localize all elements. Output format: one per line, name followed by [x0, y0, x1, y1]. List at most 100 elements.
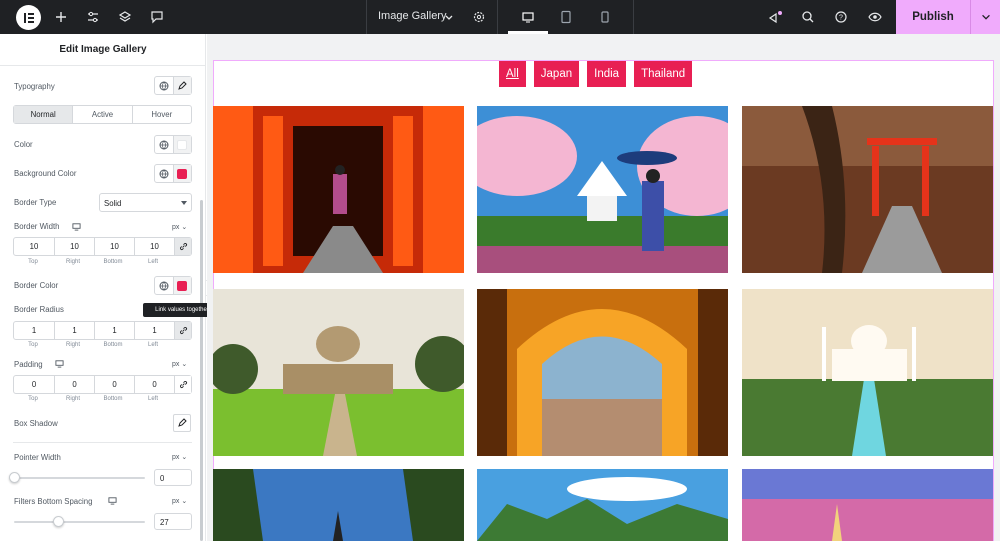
comment-icon[interactable]	[148, 8, 166, 26]
settings-gear-icon[interactable]	[470, 8, 488, 26]
dim-label-bottom: Bottom	[103, 396, 123, 402]
tab-hover[interactable]: Hover	[131, 106, 191, 123]
globe-icon[interactable]	[155, 136, 173, 153]
gallery-image[interactable]	[213, 106, 464, 273]
filter-thailand[interactable]: Thailand	[634, 61, 693, 87]
gallery-filters: All Japan India Thailand	[499, 61, 693, 87]
gallery-image[interactable]	[477, 469, 728, 541]
pointer-width-slider[interactable]	[14, 477, 145, 479]
border-radius-top[interactable]: 1	[14, 322, 54, 339]
filters-spacing-slider[interactable]	[14, 521, 145, 523]
caret-down-icon	[181, 201, 187, 205]
padding-right[interactable]: 0	[54, 376, 94, 393]
pointer-width-input[interactable]: 0	[154, 469, 192, 486]
border-color-control[interactable]	[154, 276, 192, 295]
dim-label-top: Top	[28, 396, 38, 402]
gallery-image[interactable]	[742, 469, 993, 541]
layers-icon[interactable]	[116, 8, 134, 26]
link-values-button[interactable]	[174, 376, 191, 393]
divider	[13, 442, 192, 443]
gallery-image[interactable]	[742, 289, 993, 456]
border-color-swatch[interactable]	[172, 277, 191, 294]
gallery-image[interactable]	[477, 289, 728, 456]
color-swatch[interactable]	[172, 136, 191, 153]
panel-scrollbar[interactable]	[200, 200, 203, 541]
border-radius-left[interactable]: 1	[134, 322, 174, 339]
dim-label-top: Top	[28, 259, 38, 265]
pointer-width-slider-handle[interactable]	[9, 472, 20, 483]
filters-spacing-input[interactable]: 27	[154, 513, 192, 530]
publish-options-button[interactable]	[970, 0, 1000, 34]
border-width-left[interactable]: 10	[134, 238, 174, 255]
globe-icon[interactable]	[155, 77, 173, 94]
box-shadow-edit-button[interactable]	[173, 414, 191, 432]
color-control[interactable]	[154, 135, 192, 154]
tablet-icon[interactable]	[557, 8, 575, 26]
border-type-value: Solid	[104, 199, 122, 208]
gallery-image[interactable]	[213, 289, 464, 456]
desktop-icon[interactable]	[108, 496, 117, 505]
padding-bottom[interactable]: 0	[94, 376, 134, 393]
background-color-control[interactable]	[154, 164, 192, 183]
color-label: Color	[14, 140, 33, 149]
border-width-unit[interactable]: px ⌄	[172, 223, 187, 231]
border-radius-bottom[interactable]: 1	[94, 322, 134, 339]
dimension-labels: Top Right Bottom Left	[13, 259, 173, 265]
filters-spacing-slider-handle[interactable]	[53, 516, 64, 527]
chevron-down-icon[interactable]	[440, 9, 458, 27]
pointer-width-label: Pointer Width	[14, 453, 61, 462]
padding-top[interactable]: 0	[14, 376, 54, 393]
gallery-image[interactable]	[213, 469, 464, 541]
pencil-icon	[178, 418, 187, 427]
border-width-bottom[interactable]: 10	[94, 238, 134, 255]
border-color-label: Border Color	[14, 281, 59, 290]
border-radius-right[interactable]: 1	[54, 322, 94, 339]
whats-new-icon[interactable]	[766, 8, 784, 26]
search-icon[interactable]	[799, 8, 817, 26]
desktop-icon[interactable]	[55, 359, 64, 368]
globe-icon[interactable]	[155, 277, 173, 294]
top-bar: Image Gallery ? Publish	[0, 0, 1000, 34]
filter-japan[interactable]: Japan	[533, 61, 580, 87]
editor-panel: Edit Image Gallery Typography Normal Act…	[0, 34, 206, 541]
border-width-top[interactable]: 10	[14, 238, 54, 255]
typography-control[interactable]	[154, 76, 192, 95]
filter-india[interactable]: India	[587, 61, 627, 87]
filter-all[interactable]: All	[499, 61, 526, 87]
border-type-select[interactable]: Solid	[99, 193, 192, 212]
sliders-icon[interactable]	[84, 8, 102, 26]
box-shadow-label: Box Shadow	[14, 419, 58, 428]
dimension-labels: Top Right Bottom Left	[13, 342, 173, 348]
pointer-width-unit[interactable]: px ⌄	[172, 453, 187, 461]
gallery-image[interactable]	[477, 106, 728, 273]
dim-label-bottom: Bottom	[103, 342, 123, 348]
link-values-button[interactable]	[174, 238, 191, 255]
background-color-swatch[interactable]	[172, 165, 191, 182]
padding-unit[interactable]: px ⌄	[172, 360, 187, 368]
document-title[interactable]: Image Gallery	[378, 10, 446, 22]
desktop-icon[interactable]	[519, 8, 537, 26]
pencil-icon[interactable]	[172, 77, 191, 94]
desktop-icon[interactable]	[72, 222, 81, 231]
padding-left[interactable]: 0	[134, 376, 174, 393]
filters-spacing-label: Filters Bottom Spacing	[14, 497, 93, 506]
tab-normal[interactable]: Normal	[14, 106, 73, 123]
globe-icon[interactable]	[155, 165, 173, 182]
mobile-icon[interactable]	[596, 8, 614, 26]
border-width-right[interactable]: 10	[54, 238, 94, 255]
tab-active[interactable]: Active	[72, 106, 131, 123]
divider	[497, 0, 498, 34]
publish-button[interactable]: Publish	[896, 0, 970, 34]
divider	[633, 0, 634, 34]
typography-label: Typography	[14, 82, 55, 91]
dim-label-bottom: Bottom	[103, 259, 123, 265]
plus-icon[interactable]	[52, 8, 70, 26]
panel-title: Edit Image Gallery	[59, 44, 147, 55]
elementor-logo-icon[interactable]	[16, 5, 41, 30]
filters-spacing-unit[interactable]: px ⌄	[172, 497, 187, 505]
state-tabs: Normal Active Hover	[13, 105, 192, 124]
link-values-button[interactable]	[174, 322, 191, 339]
gallery-image[interactable]	[742, 106, 993, 273]
preview-eye-icon[interactable]	[866, 8, 884, 26]
help-icon[interactable]: ?	[832, 8, 850, 26]
